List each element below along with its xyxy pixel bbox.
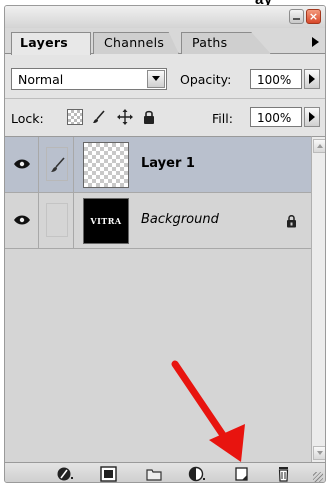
layer-link-box	[46, 203, 68, 237]
resize-grip-icon[interactable]	[313, 472, 323, 482]
tab-channels[interactable]: Channels	[93, 32, 179, 54]
lock-transparent-pixels-icon[interactable]	[67, 109, 83, 125]
layer-options: Normal Opacity: 100% Lock: Fill: 100%	[5, 54, 325, 136]
opacity-slider-arrow-icon[interactable]	[304, 69, 320, 89]
panel-bottom-toolbar	[5, 462, 325, 482]
layer-thumbnail[interactable]	[83, 142, 129, 188]
paintbrush-icon	[51, 157, 65, 172]
visibility-cell[interactable]	[5, 193, 39, 248]
layer-row[interactable]: VITRA Background	[5, 193, 311, 249]
minimize-button[interactable]	[289, 9, 304, 24]
lock-position-icon[interactable]	[117, 109, 133, 125]
panel-tabs: Paths Channels Layers	[5, 28, 325, 55]
layer-link-box	[46, 147, 68, 181]
fill-label: Fill:	[212, 111, 233, 126]
layer-row[interactable]: Layer 1	[5, 137, 311, 193]
tab-paths[interactable]: Paths	[181, 32, 271, 54]
fill-slider-arrow-icon[interactable]	[304, 107, 320, 127]
visibility-cell[interactable]	[5, 137, 39, 192]
close-button[interactable]: ×	[306, 9, 321, 24]
lock-icon	[287, 215, 296, 228]
adjustment-layer-icon[interactable]	[188, 466, 206, 482]
link-layers-icon[interactable]	[57, 466, 75, 482]
opacity-label: Opacity:	[180, 72, 232, 87]
layer-name[interactable]: Layer 1	[141, 156, 195, 171]
layers-panel: × Paths Channels Layers Normal Opacity: …	[4, 5, 326, 483]
blend-mode-select[interactable]: Normal	[11, 68, 167, 90]
brush-link-cell[interactable]	[40, 193, 74, 248]
lock-label: Lock:	[11, 111, 44, 126]
scroll-down-arrow-icon[interactable]	[313, 446, 325, 460]
new-group-icon[interactable]	[145, 466, 163, 482]
eye-icon[interactable]	[14, 159, 30, 169]
layer-name[interactable]: Background	[141, 212, 219, 227]
tab-layers[interactable]: Layers	[11, 32, 91, 55]
chevron-down-icon[interactable]	[147, 70, 165, 88]
panel-titlebar[interactable]: ×	[5, 6, 325, 28]
layer-thumbnail[interactable]: VITRA	[83, 198, 129, 244]
options-divider	[5, 98, 325, 99]
layers-list: Layer 1 VITRA Background	[5, 136, 311, 462]
layers-scrollbar[interactable]	[311, 136, 325, 462]
opacity-field[interactable]: 100%	[250, 69, 302, 89]
blend-mode-value: Normal	[18, 72, 64, 87]
add-layer-style-icon[interactable]	[100, 466, 118, 482]
new-layer-icon[interactable]	[233, 466, 251, 482]
eye-icon[interactable]	[14, 215, 30, 225]
panel-menu-arrow-icon[interactable]	[312, 37, 319, 47]
fill-field[interactable]: 100%	[250, 107, 302, 127]
lock-all-icon[interactable]	[141, 109, 157, 125]
brush-link-cell[interactable]	[40, 137, 74, 192]
lock-image-pixels-icon[interactable]	[91, 109, 107, 125]
delete-layer-icon[interactable]	[275, 466, 293, 482]
scroll-up-arrow-icon[interactable]	[313, 139, 325, 153]
